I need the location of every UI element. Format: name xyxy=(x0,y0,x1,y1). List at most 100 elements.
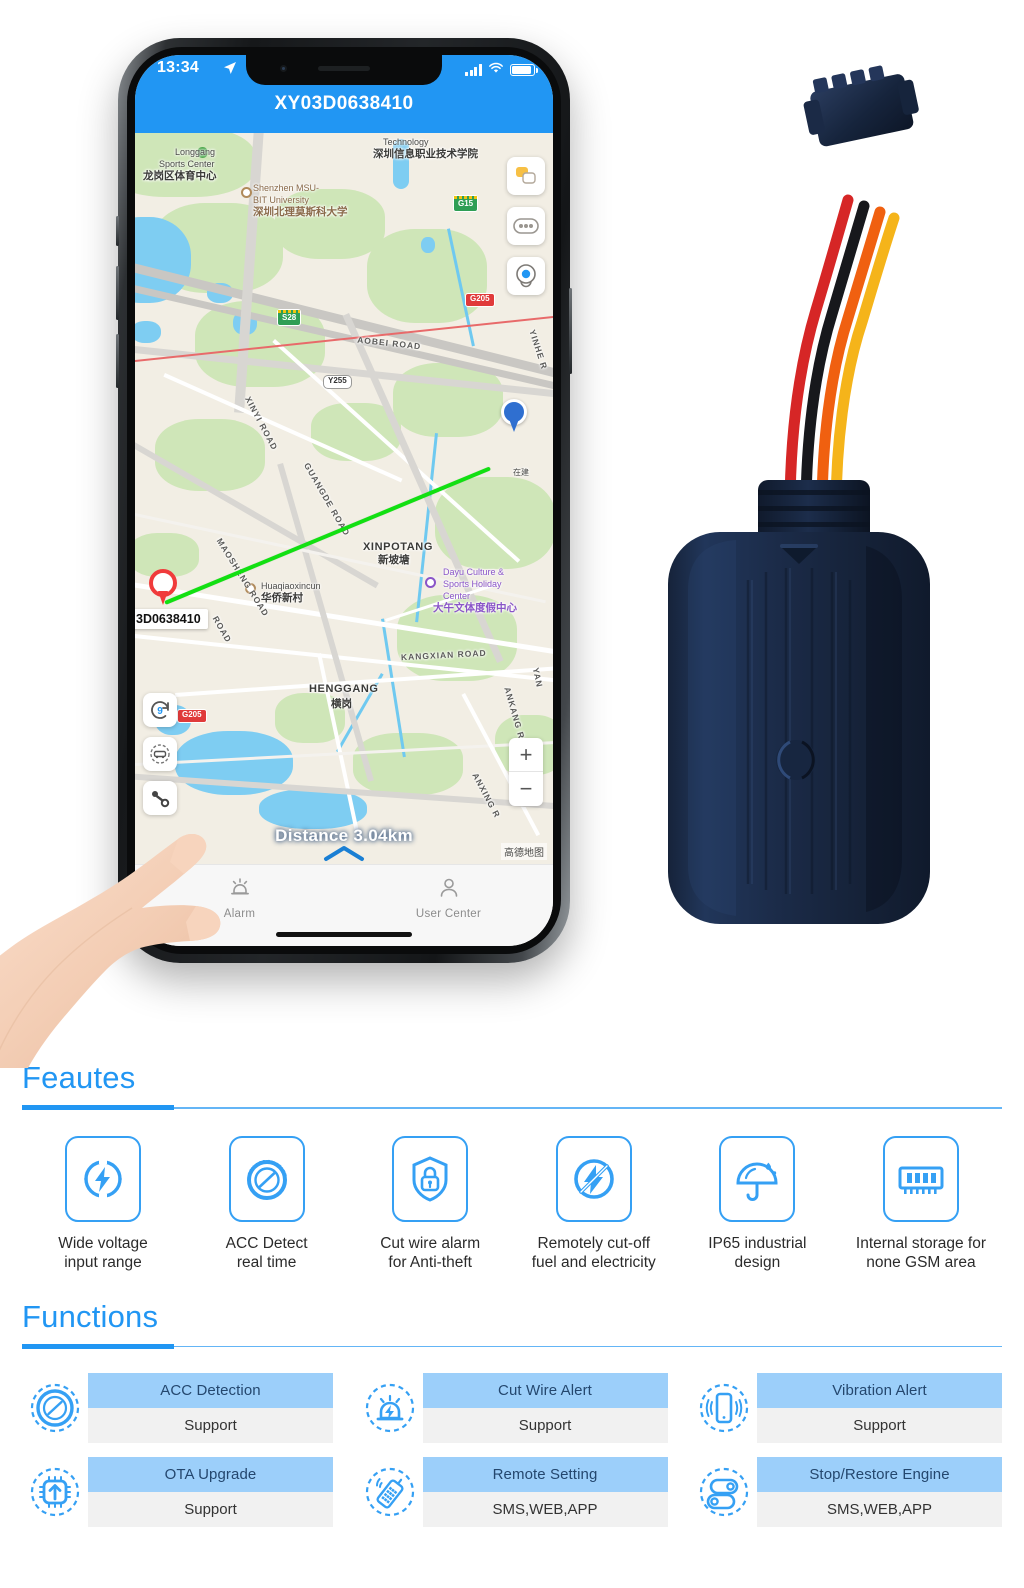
function-item: Remote Setting SMS,WEB,APP xyxy=(357,1456,668,1527)
features-title: Feautes xyxy=(22,1060,136,1095)
map-label: Huaqiaoxincun xyxy=(261,581,321,591)
bottom-tab-bar[interactable]: Alarm User Center xyxy=(135,846,553,946)
function-box: ACC Detection Support xyxy=(88,1372,333,1443)
map-label: 龙岗区体育中心 xyxy=(143,170,217,182)
function-name: Cut Wire Alert xyxy=(422,1372,668,1408)
map-attribution: 高德地图 xyxy=(501,843,547,860)
route-shield: S28 xyxy=(277,309,302,326)
feature-item: LOCK ACC ON START ACC Detect real time xyxy=(188,1136,346,1273)
map-label: Dayu Culture & xyxy=(443,567,505,577)
route-end-marker[interactable] xyxy=(501,399,527,433)
function-value: SMS,WEB,APP xyxy=(422,1491,668,1527)
location-arrow-icon xyxy=(223,61,237,80)
chevron-up-icon[interactable] xyxy=(322,843,366,868)
acc-detection-icon xyxy=(22,1382,88,1434)
phone-mockup: 13:34 XY03D0638410 Longgang Sports Cente… xyxy=(116,38,572,963)
functions-title: Functions xyxy=(22,1298,159,1334)
battery-icon xyxy=(510,64,538,76)
feature-caption: Remotely cut-off fuel and electricity xyxy=(531,1235,656,1272)
function-name: Vibration Alert xyxy=(757,1372,1002,1408)
product-detail-page: 13:34 XY03D0638410 Longgang Sports Cente… xyxy=(0,0,1024,1588)
map-label: Sports Center xyxy=(159,159,215,169)
tab-alarm[interactable]: Alarm xyxy=(180,876,300,920)
map-locate-icon[interactable] xyxy=(507,257,545,295)
function-box: Remote Setting SMS,WEB,APP xyxy=(422,1456,668,1527)
map-canvas xyxy=(135,133,553,864)
phone-notch xyxy=(246,55,442,85)
gps-tracker-device-photo xyxy=(640,60,960,940)
map-zoom-controls[interactable]: + − xyxy=(509,738,543,806)
front-camera-icon xyxy=(280,65,287,72)
status-time: 13:34 xyxy=(157,59,199,76)
ota-upgrade-icon xyxy=(22,1466,88,1518)
hero-section: 13:34 XY03D0638410 Longgang Sports Cente… xyxy=(0,0,1024,1068)
feature-caption: Wide voltage input range xyxy=(58,1235,148,1272)
device-id-map-label: 3D0638410 xyxy=(135,609,208,629)
function-item: ACC Detection Support xyxy=(22,1372,333,1443)
function-value: SMS,WEB,APP xyxy=(757,1491,1002,1527)
measure-distance-icon[interactable] xyxy=(143,781,177,815)
home-indicator xyxy=(276,932,412,937)
feature-caption: Internal storage for none GSM area xyxy=(855,1235,987,1272)
umbrella-icon xyxy=(719,1136,796,1222)
function-value: Support xyxy=(88,1491,333,1527)
vibration-alert-icon xyxy=(691,1382,757,1434)
playback-rewind-icon[interactable]: 9 xyxy=(143,693,177,727)
cellular-bars-icon xyxy=(465,64,482,76)
map-more-icon[interactable] xyxy=(507,207,545,245)
map-layers-icon[interactable] xyxy=(507,157,545,195)
function-item: Stop/Restore Engine SMS,WEB,APP xyxy=(691,1456,1002,1527)
functions-grid: ACC Detection Support Cut Wire Alert Sup… xyxy=(22,1372,1002,1527)
map-label: XINPOTANG xyxy=(363,541,433,553)
tab-user-center[interactable]: User Center xyxy=(389,876,509,920)
function-value: Support xyxy=(88,1407,333,1443)
stop-restore-engine-icon xyxy=(691,1466,757,1518)
function-item: OTA Upgrade Support xyxy=(22,1456,333,1527)
feature-caption: IP65 industrial design xyxy=(708,1235,807,1272)
map-label: 大午文体度假中心 xyxy=(433,602,517,614)
remote-setting-icon xyxy=(357,1466,423,1518)
map-label: Longgang xyxy=(175,147,216,157)
zoom-out-button[interactable]: − xyxy=(509,772,543,806)
feature-item: Remotely cut-off fuel and electricity xyxy=(515,1136,673,1273)
map-label: 华侨新村 xyxy=(261,592,303,604)
map-label: 横岗 xyxy=(331,698,352,710)
feature-item: Cut wire alarm for Anti-theft xyxy=(351,1136,509,1273)
route-start-marker[interactable] xyxy=(149,569,177,605)
map-label: Shenzhen MSU- xyxy=(253,183,320,193)
features-list: Wide voltage input range LOCK ACC ON STA… xyxy=(22,1136,1002,1273)
map-label: 深圳信息职业技术学院 xyxy=(373,148,478,160)
zoom-in-button[interactable]: + xyxy=(509,738,543,772)
phone-power-button xyxy=(569,288,572,374)
functions-section: Functions ACC Detection Support Cut Wire… xyxy=(0,1299,1024,1527)
tab-label: User Center xyxy=(415,908,482,920)
function-name: ACC Detection xyxy=(88,1372,333,1408)
route-shield: Y255 xyxy=(323,375,352,389)
function-value: Support xyxy=(757,1407,1002,1443)
function-item: Vibration Alert Support xyxy=(691,1372,1002,1443)
functions-divider xyxy=(22,1343,1002,1349)
tab-label: Alarm xyxy=(223,908,256,920)
map-view[interactable]: Longgang Sports Center 龙岗区体育中心 Technolog… xyxy=(135,133,553,864)
feature-caption: Cut wire alarm for Anti-theft xyxy=(380,1235,481,1272)
acc-detect-icon: LOCK ACC ON START xyxy=(228,1136,305,1222)
map-label: Center xyxy=(443,591,471,601)
feature-item: IP65 industrial design xyxy=(678,1136,836,1273)
features-divider xyxy=(22,1105,1002,1110)
alarm-bell-icon xyxy=(228,876,252,903)
shield-lock-icon xyxy=(392,1136,469,1222)
phone-screen: 13:34 XY03D0638410 Longgang Sports Cente… xyxy=(135,55,553,946)
map-label: 新坡塘 xyxy=(378,554,410,566)
svg-text:9: 9 xyxy=(157,706,163,717)
functions-row: ACC Detection Support Cut Wire Alert Sup… xyxy=(22,1372,1002,1443)
function-box: Stop/Restore Engine SMS,WEB,APP xyxy=(757,1456,1002,1527)
phone-mute-switch xyxy=(116,216,119,246)
route-shield: G205 xyxy=(177,709,207,723)
function-name: Stop/Restore Engine xyxy=(757,1456,1002,1492)
vehicle-compass-icon[interactable] xyxy=(143,737,177,771)
function-box: OTA Upgrade Support xyxy=(88,1456,333,1527)
map-label: HENGGANG xyxy=(309,683,379,695)
no-power-icon xyxy=(555,1136,632,1222)
wifi-icon xyxy=(488,61,504,79)
page-title: XY03D0638410 xyxy=(274,93,414,114)
